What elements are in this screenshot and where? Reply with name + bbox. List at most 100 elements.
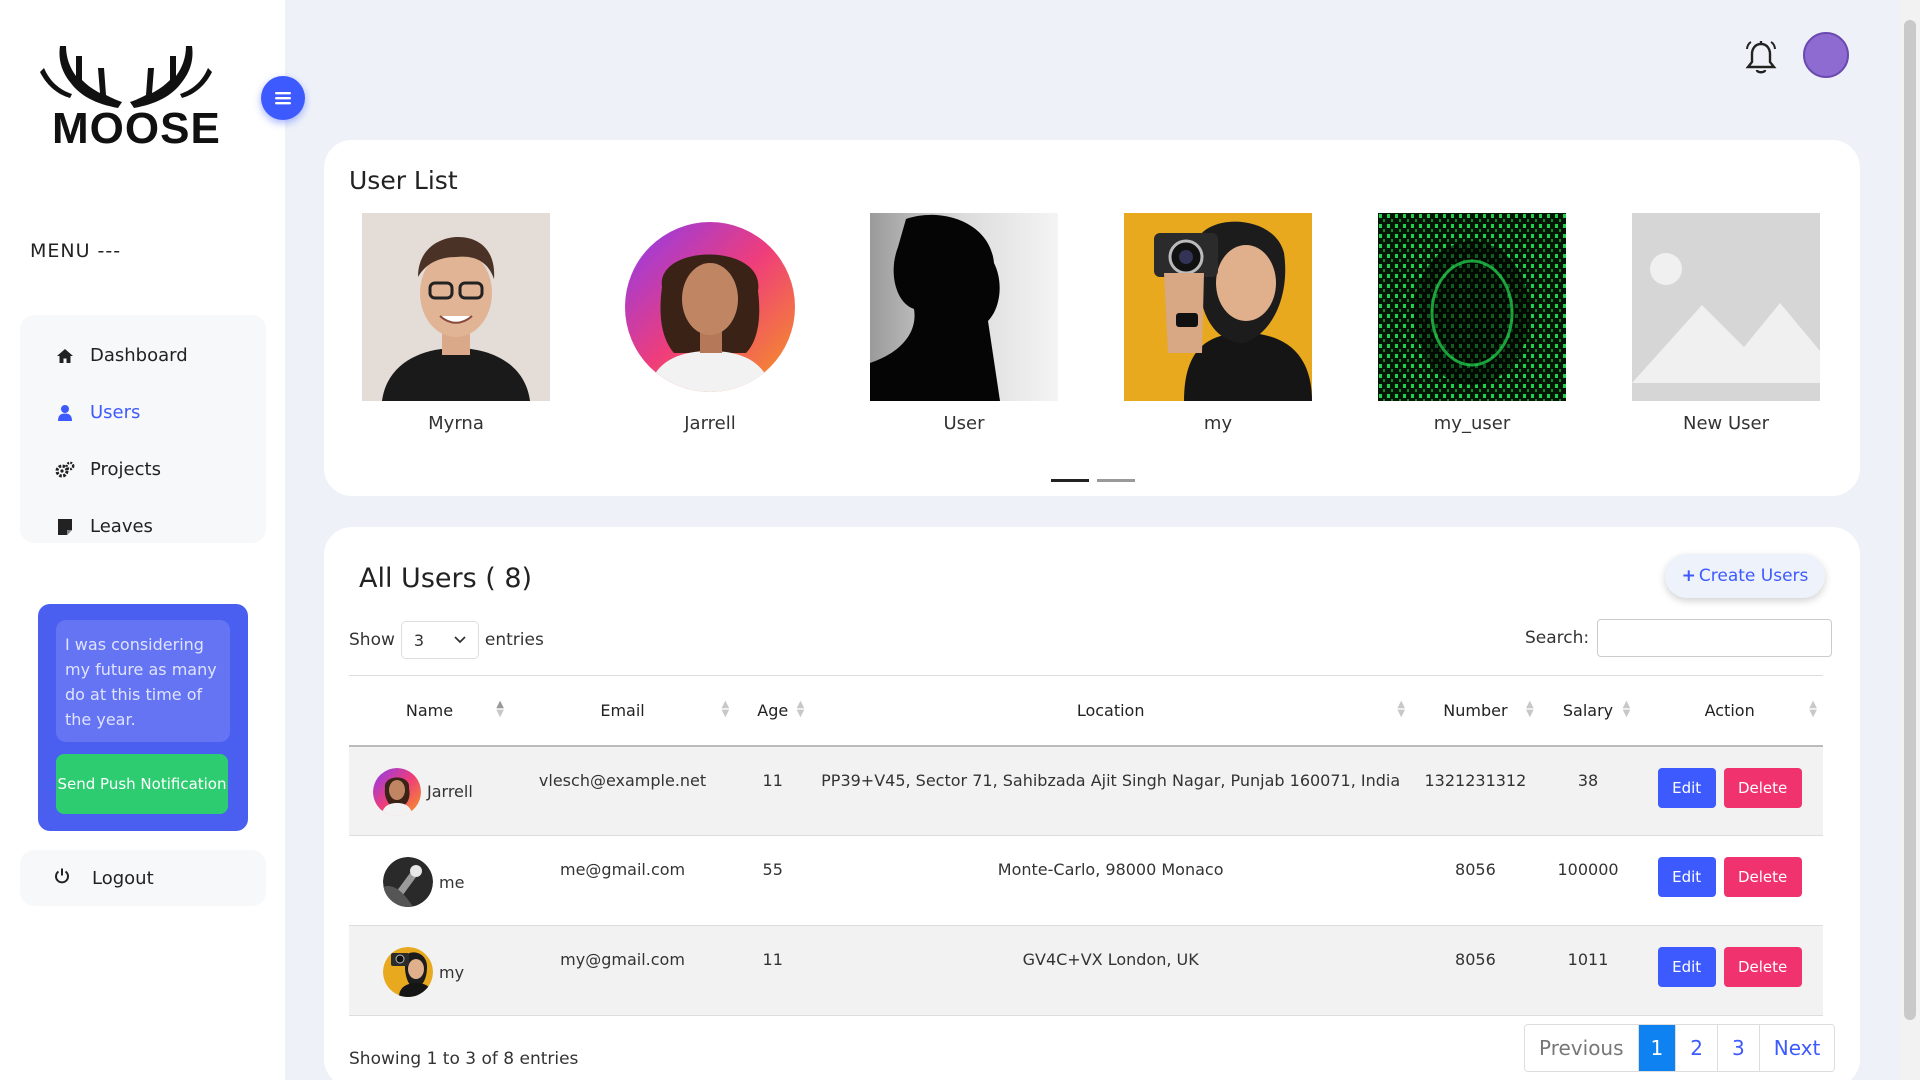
- user-photo: [362, 213, 550, 401]
- user-photo: [1124, 213, 1312, 401]
- scrollbar-thumb[interactable]: [1904, 20, 1916, 1020]
- sidebar-nav: Dashboard Users Projects Leaves: [20, 315, 266, 543]
- users-table: Name ▲ ▼ Email ▲ ▼ Age ▲ ▼ Location ▲ ▼ Number ▲ ▼…: [349, 675, 1823, 1016]
- page-size-value: 3: [413, 630, 425, 650]
- hamburger-icon: [275, 92, 291, 105]
- show-label: Show: [349, 630, 395, 650]
- sidebar-item-dashboard[interactable]: Dashboard: [20, 327, 266, 384]
- search-input[interactable]: [1597, 619, 1833, 657]
- edit-button[interactable]: Edit: [1657, 767, 1716, 808]
- user-tile[interactable]: New User: [1632, 213, 1820, 434]
- menu-toggle-button[interactable]: [261, 76, 305, 120]
- sidebar: MOOSE MENU --- Dashboard Users Projects: [0, 0, 285, 1080]
- previous-page-button[interactable]: Previous: [1525, 1025, 1638, 1071]
- user-name: Myrna: [428, 413, 484, 434]
- sidebar-item-users[interactable]: Users: [20, 384, 266, 441]
- send-push-notification-button[interactable]: Send Push Notification: [56, 754, 228, 814]
- table-row: me me@gmail.com 55 Monte-Carlo, 98000 Mo…: [349, 835, 1823, 926]
- sidebar-item-projects[interactable]: Projects: [20, 441, 266, 498]
- column-header-age[interactable]: Age ▲ ▼: [735, 675, 811, 747]
- avatar: [373, 767, 421, 816]
- sort-icon: ▲ ▼: [721, 699, 730, 719]
- delete-button[interactable]: Delete: [1723, 857, 1802, 897]
- name-cell: Jarrell: [349, 767, 510, 816]
- chevron-down-icon: [454, 636, 466, 644]
- user-photo: [616, 213, 804, 401]
- page-size-select[interactable]: 3: [400, 621, 479, 659]
- column-header-number[interactable]: Number ▲ ▼: [1411, 675, 1540, 747]
- avatar: [383, 857, 433, 907]
- page-button-2[interactable]: 2: [1675, 1025, 1717, 1071]
- sort-icon: ▲ ▼: [1397, 699, 1406, 719]
- user-icon: [54, 404, 76, 421]
- user-tile[interactable]: Jarrell: [616, 213, 804, 434]
- search-label: Search:: [1525, 628, 1590, 648]
- moose-logo[interactable]: MOOSE: [36, 38, 220, 153]
- placeholder-image-icon: [1632, 213, 1820, 401]
- name-cell: me: [349, 857, 510, 907]
- user-name: my_user: [1433, 413, 1511, 434]
- page-button-1[interactable]: 1: [1637, 1025, 1676, 1071]
- notification-bell-icon[interactable]: [1744, 40, 1778, 76]
- name-cell: my: [349, 947, 510, 997]
- edit-button[interactable]: Edit: [1657, 857, 1716, 897]
- user-photo: [870, 213, 1058, 401]
- sort-icon: ▲ ▼: [496, 699, 504, 719]
- sidebar-item-label: Dashboard: [90, 345, 188, 366]
- user-name: my: [1203, 413, 1233, 434]
- menu-label: MENU ---: [30, 240, 122, 262]
- delete-button[interactable]: Delete: [1723, 947, 1802, 987]
- table-row: Jarrell vlesch@example.net 11 PP39+V45, …: [349, 745, 1823, 836]
- user-name: User: [943, 413, 985, 434]
- user-photo: [1378, 213, 1566, 401]
- push-notification-card: I was considering my future as many do a…: [38, 604, 248, 831]
- gears-icon: [54, 461, 76, 479]
- next-page-button[interactable]: Next: [1758, 1025, 1835, 1071]
- column-header-salary[interactable]: Salary ▲ ▼: [1539, 675, 1637, 747]
- carousel-dot[interactable]: [1097, 479, 1135, 482]
- table-row: my my@gmail.com 11 GV4C+VX London, UK 80…: [349, 925, 1823, 1016]
- user-list-card: User List Myrna Jarrell User my my_user …: [324, 140, 1860, 496]
- user-tile[interactable]: my: [1124, 213, 1312, 434]
- page-scrollbar[interactable]: [1900, 0, 1920, 1080]
- user-list-title: User List: [349, 166, 458, 195]
- pagination: Previous 1 2 3 Next: [1524, 1024, 1836, 1072]
- carousel-dot[interactable]: [1051, 479, 1089, 482]
- profile-avatar[interactable]: [1803, 32, 1849, 78]
- page-button-3[interactable]: 3: [1717, 1025, 1759, 1071]
- sidebar-item-leaves[interactable]: Leaves: [20, 498, 266, 555]
- all-users-title: All Users ( 8): [359, 563, 533, 594]
- sidebar-item-label: Leaves: [90, 516, 153, 537]
- delete-button[interactable]: Delete: [1723, 767, 1802, 808]
- column-header-location[interactable]: Location ▲ ▼: [810, 675, 1412, 747]
- column-header-email[interactable]: Email ▲ ▼: [509, 675, 736, 747]
- plus-icon: +: [1681, 566, 1696, 586]
- sort-icon: ▲ ▼: [796, 699, 805, 719]
- user-name: Jarrell: [684, 413, 736, 434]
- user-name: New User: [1682, 413, 1769, 434]
- carousel-indicators: [1051, 479, 1135, 482]
- sort-icon: ▲ ▼: [1809, 699, 1817, 719]
- page-size-control: Show 3 entries: [349, 621, 544, 659]
- sort-icon: ▲ ▼: [1526, 699, 1534, 719]
- push-message: I was considering my future as many do a…: [56, 620, 230, 742]
- power-icon: [54, 868, 76, 889]
- sidebar-item-label: Users: [90, 402, 141, 423]
- entries-label: entries: [484, 630, 544, 650]
- user-tile[interactable]: Myrna: [362, 213, 550, 434]
- create-users-button[interactable]: + Create Users: [1665, 554, 1825, 598]
- logo-text: MOOSE: [52, 104, 221, 153]
- user-tile[interactable]: User: [870, 213, 1058, 434]
- edit-button[interactable]: Edit: [1657, 947, 1716, 987]
- create-users-label: Create Users: [1698, 566, 1809, 586]
- home-icon: [54, 348, 76, 363]
- table-info: Showing 1 to 3 of 8 entries: [349, 1049, 579, 1069]
- column-header-name[interactable]: Name ▲ ▼: [349, 675, 510, 747]
- search-control: Search:: [1525, 619, 1833, 657]
- logout-label: Logout: [92, 867, 154, 889]
- user-tile[interactable]: my_user: [1378, 213, 1566, 434]
- logout-button[interactable]: Logout: [20, 850, 266, 906]
- all-users-card: All Users ( 8) + Create Users Show 3 ent…: [324, 527, 1860, 1080]
- sort-icon: ▲ ▼: [1622, 699, 1631, 719]
- column-header-action[interactable]: Action ▲ ▼: [1636, 675, 1823, 747]
